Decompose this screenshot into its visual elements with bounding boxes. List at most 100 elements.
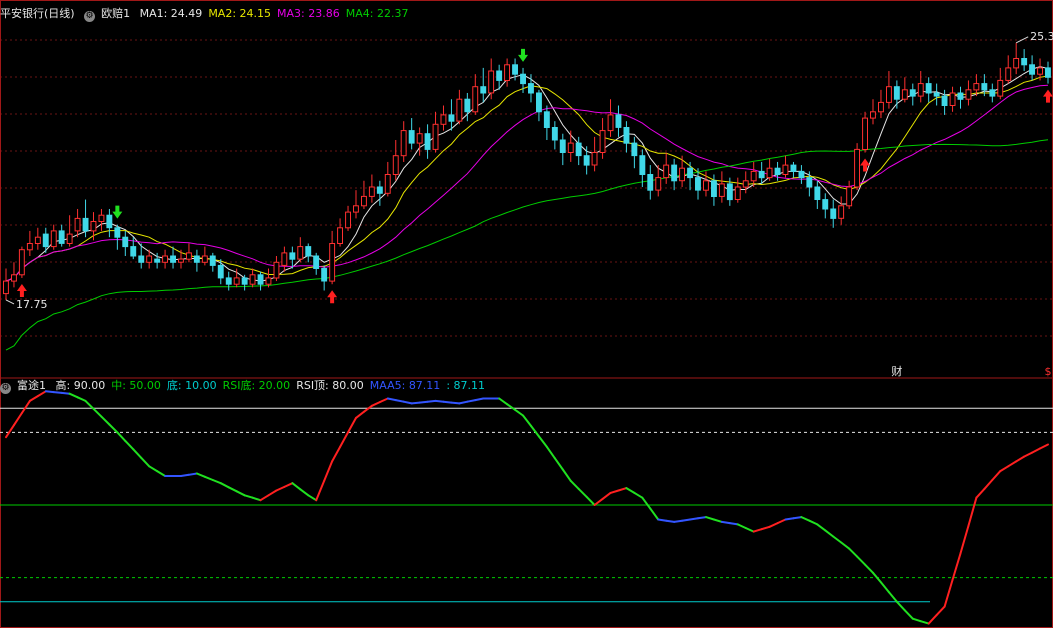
candle bbox=[178, 249, 184, 269]
sub-header: ⚙ 富途1 高: 90.00 中: 50.00 底: 10.00 RSI底: 20.00… bbox=[0, 378, 497, 394]
ma-line-ma2 bbox=[5, 75, 1049, 282]
candle bbox=[615, 105, 622, 137]
candle bbox=[806, 171, 813, 197]
buy-arrow-icon bbox=[327, 290, 338, 304]
candle bbox=[281, 246, 288, 272]
candle bbox=[838, 196, 845, 225]
low-price-label: 17.75 bbox=[16, 298, 48, 311]
candle bbox=[965, 80, 972, 106]
candle bbox=[448, 99, 455, 131]
sub-label-2: 底: 10.00 bbox=[166, 379, 217, 392]
candle bbox=[361, 180, 367, 209]
oscillator-panel bbox=[0, 390, 1053, 625]
candle bbox=[217, 259, 224, 285]
candle bbox=[575, 136, 582, 166]
sub-label-6: : 87.11 bbox=[446, 379, 486, 392]
candle bbox=[551, 121, 558, 150]
sub-label-0: 高: 90.00 bbox=[55, 379, 106, 392]
event-marker: $ bbox=[1045, 365, 1052, 378]
candle bbox=[273, 256, 280, 282]
candle bbox=[257, 271, 264, 291]
candle bbox=[949, 86, 956, 112]
candle bbox=[766, 158, 773, 181]
stock-title: 平安银行(日线) bbox=[0, 7, 75, 20]
candle bbox=[408, 118, 415, 150]
candle bbox=[893, 80, 900, 109]
candle bbox=[400, 121, 407, 162]
candle bbox=[384, 161, 391, 197]
candle bbox=[74, 208, 81, 238]
ma-label-3: MA4: 22.37 bbox=[345, 7, 409, 20]
gear-icon[interactable]: ⚙ bbox=[84, 11, 96, 22]
candle bbox=[321, 265, 328, 291]
event-marker: 财 bbox=[891, 364, 902, 378]
candle bbox=[559, 133, 566, 166]
candle bbox=[58, 224, 65, 247]
moving-average-lines bbox=[5, 66, 1049, 351]
candle bbox=[591, 136, 598, 172]
sub-label-3: RSI底: 20.00 bbox=[222, 379, 291, 392]
sub-indicator-name: 富途1 bbox=[17, 379, 46, 392]
sub-label-4: RSI顶: 80.00 bbox=[296, 379, 364, 392]
candle bbox=[734, 177, 741, 203]
candle bbox=[718, 171, 725, 203]
candle bbox=[26, 230, 33, 256]
ma-labels: MA1: 24.49 MA2: 24.15 MA3: 23.86 MA4: 22.37 bbox=[140, 7, 415, 20]
candle bbox=[782, 155, 789, 178]
sub-label-5: MAA5: 87.11 bbox=[369, 379, 441, 392]
candle bbox=[313, 252, 320, 275]
candle bbox=[368, 174, 375, 203]
gear-icon[interactable]: ⚙ bbox=[0, 383, 11, 394]
candle bbox=[989, 83, 996, 103]
candle bbox=[3, 268, 9, 300]
candle bbox=[917, 71, 924, 103]
candle bbox=[432, 111, 439, 153]
candle bbox=[941, 89, 948, 115]
candle bbox=[209, 252, 216, 272]
candle bbox=[66, 215, 73, 247]
candle bbox=[671, 158, 678, 191]
candle bbox=[464, 92, 471, 122]
candle bbox=[830, 199, 837, 228]
candle bbox=[11, 262, 17, 288]
price-annotations: 25.31 17.75 财 $ bbox=[5, 30, 1053, 378]
candle bbox=[822, 193, 829, 219]
candle bbox=[663, 152, 670, 184]
candle bbox=[687, 161, 693, 191]
candle bbox=[50, 224, 57, 250]
indicator-name: 欧赔1 bbox=[101, 7, 131, 20]
ma-label-2: MA3: 23.86 bbox=[277, 7, 340, 20]
candle bbox=[925, 77, 932, 103]
candle bbox=[98, 208, 105, 231]
candle bbox=[249, 268, 256, 288]
candle bbox=[345, 205, 352, 231]
candle bbox=[1045, 61, 1051, 84]
stock-chart: 25.31 17.75 财 $ bbox=[0, 0, 1053, 628]
candle bbox=[846, 180, 853, 209]
candle bbox=[297, 237, 304, 263]
candle bbox=[647, 165, 654, 200]
candle bbox=[750, 161, 757, 188]
sub-labels: 高: 90.00 中: 50.00 底: 10.00 RSI底: 20.00 RSI顶:… bbox=[56, 379, 492, 392]
candle bbox=[814, 180, 821, 209]
candle bbox=[170, 246, 177, 269]
candle bbox=[878, 89, 884, 119]
candle bbox=[583, 146, 590, 175]
buy-arrow-icon bbox=[860, 158, 871, 172]
candle bbox=[353, 190, 359, 219]
candle bbox=[742, 171, 749, 194]
candle bbox=[607, 99, 614, 137]
candle bbox=[456, 89, 463, 125]
candle bbox=[790, 161, 797, 178]
candle bbox=[798, 165, 805, 184]
oscillator-line bbox=[5, 390, 1049, 625]
candle bbox=[376, 180, 383, 206]
candle bbox=[957, 86, 964, 109]
ma-label-1: MA2: 24.15 bbox=[208, 7, 272, 20]
candle bbox=[623, 121, 630, 153]
candle bbox=[488, 58, 495, 100]
candle bbox=[193, 249, 200, 272]
candle bbox=[567, 130, 574, 162]
candle bbox=[18, 246, 25, 278]
sell-arrow-icon bbox=[518, 48, 529, 62]
